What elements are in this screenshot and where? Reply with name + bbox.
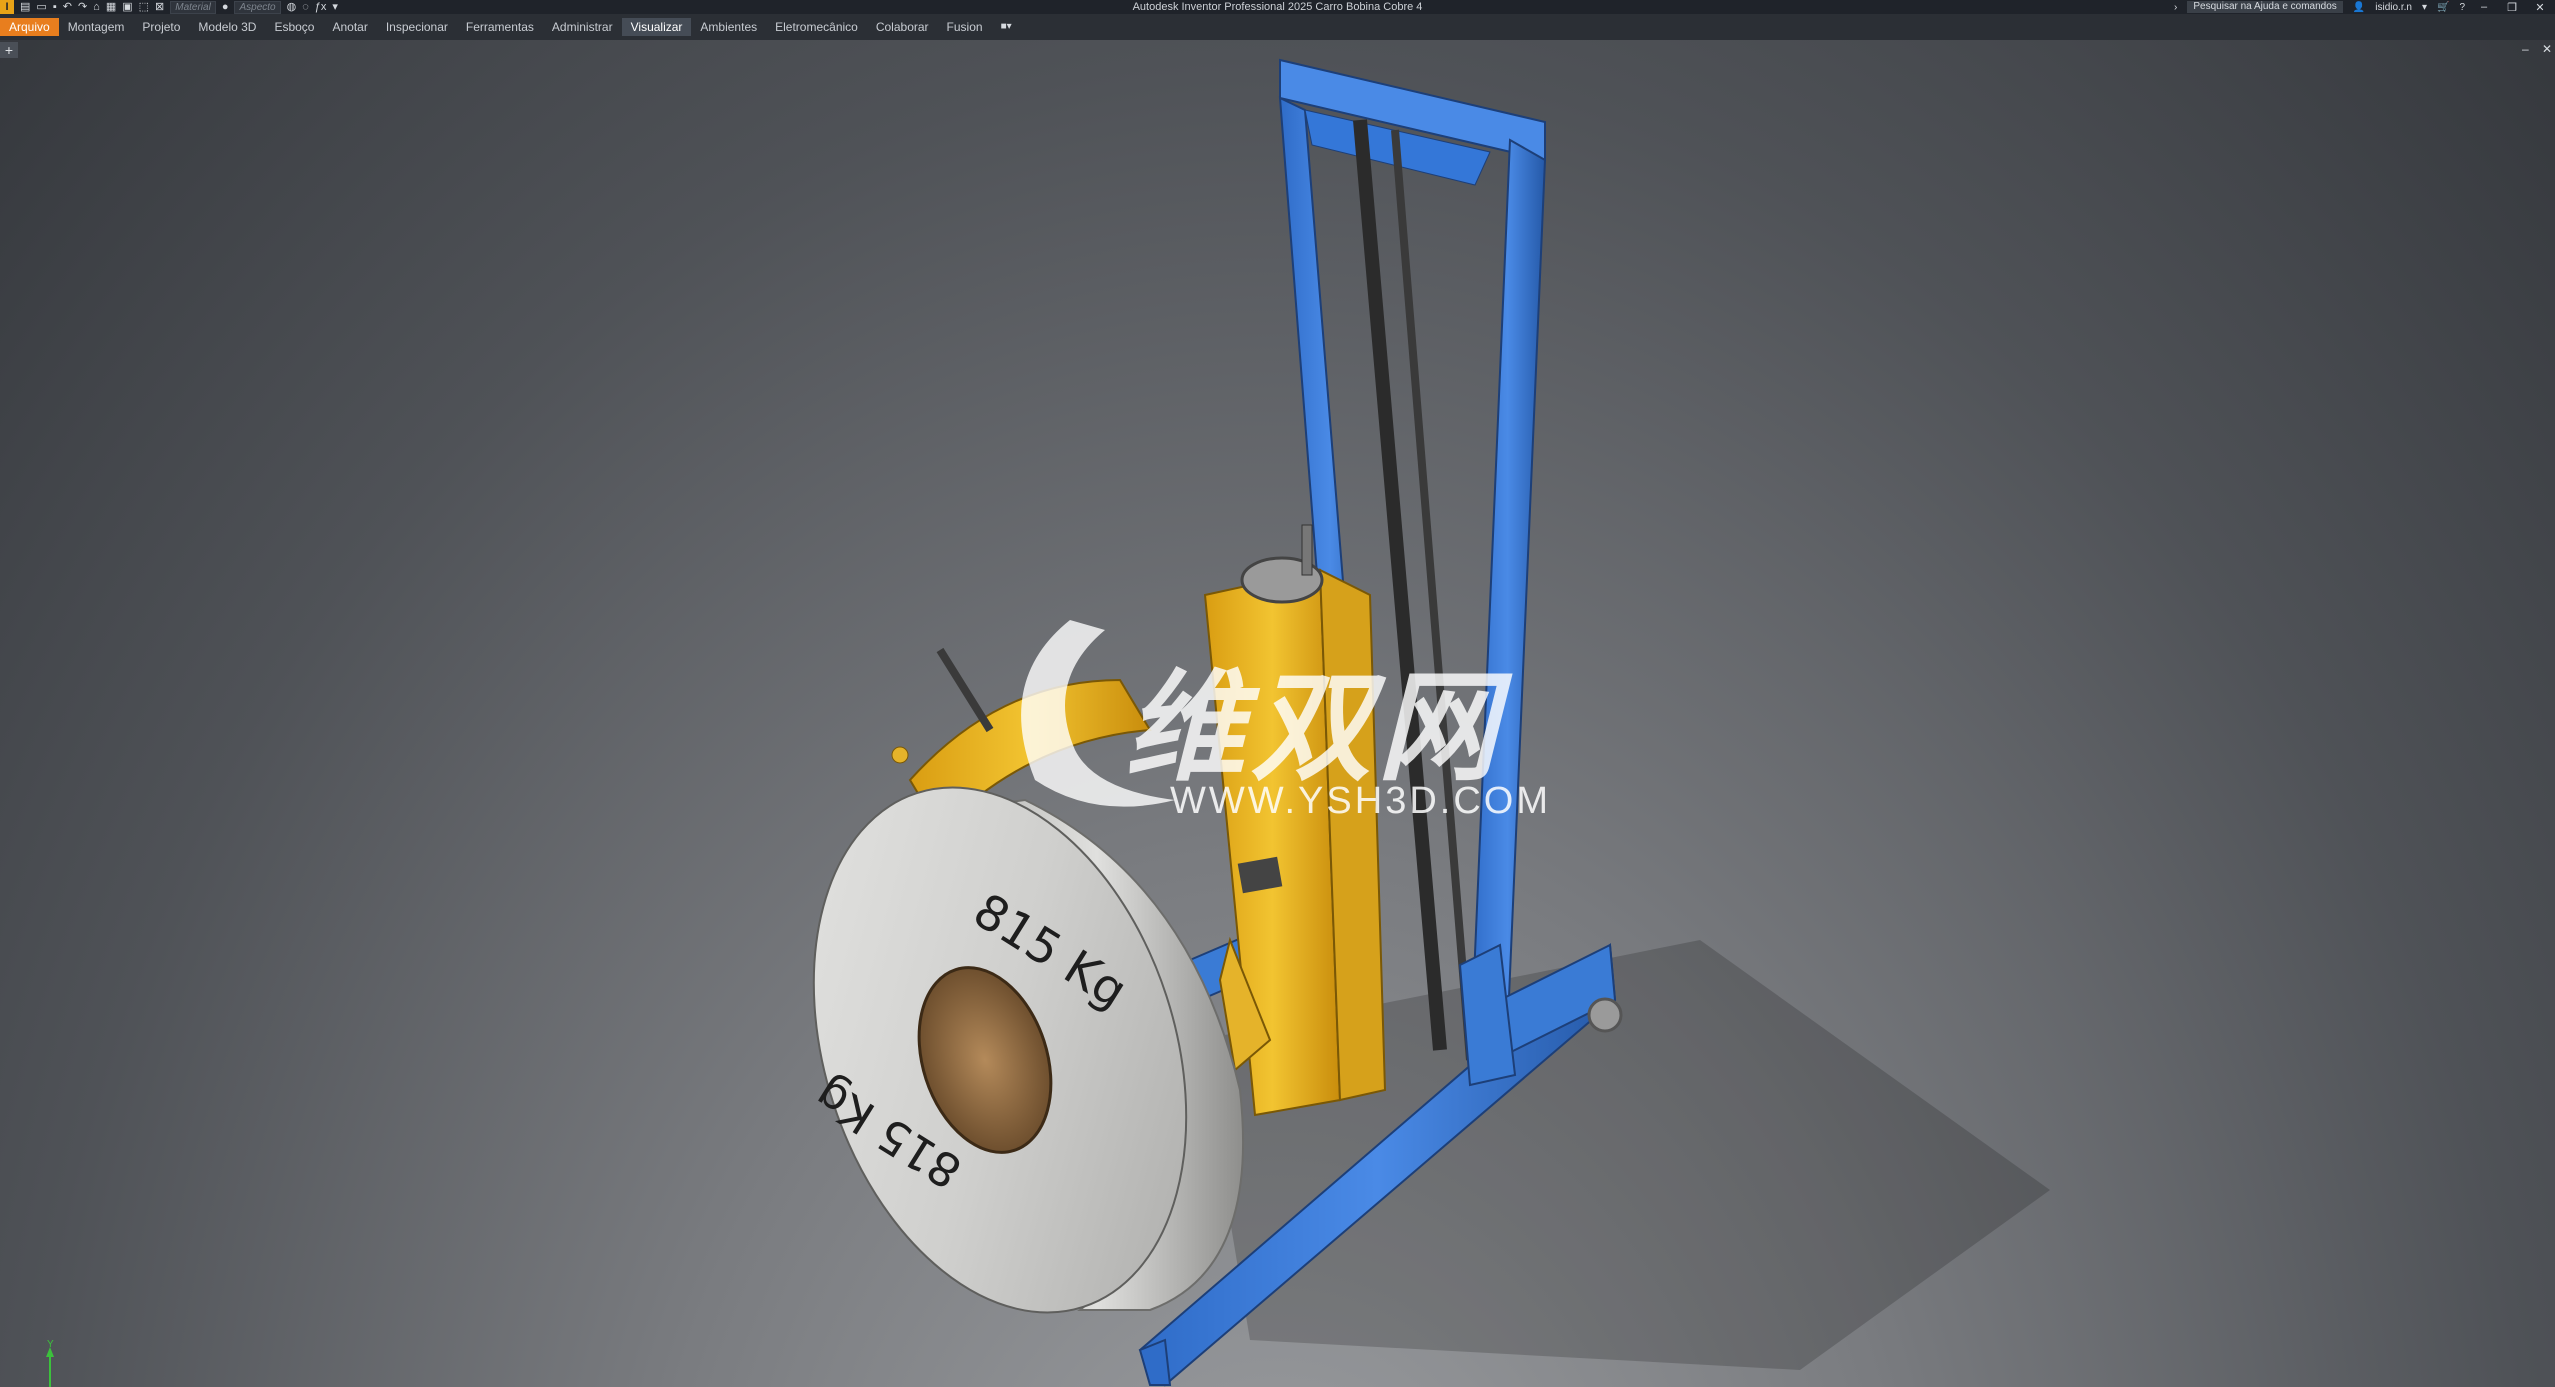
select-icon[interactable]: ⬚ bbox=[139, 0, 149, 14]
tab-administrar[interactable]: Administrar bbox=[543, 18, 622, 36]
ribbon-tabs: Arquivo Montagem Projeto Modelo 3D Esboç… bbox=[0, 14, 2555, 40]
view-triad[interactable]: Y X Z bbox=[10, 1335, 90, 1387]
tab-arquivo[interactable]: Arquivo bbox=[0, 18, 59, 36]
tab-visualizar[interactable]: Visualizar bbox=[621, 18, 692, 36]
clear-override-icon[interactable]: ◌ bbox=[302, 0, 309, 14]
help-icon[interactable]: ? bbox=[2459, 2, 2465, 13]
home-icon[interactable]: ⌂ bbox=[93, 0, 100, 14]
save-icon[interactable]: ▪ bbox=[53, 0, 57, 14]
inventor-logo-icon[interactable]: I bbox=[0, 0, 14, 14]
copper-coil: 815 Kg 815 Kg bbox=[805, 786, 1245, 1314]
minimize-icon[interactable]: – bbox=[2475, 1, 2493, 13]
tab-projeto[interactable]: Projeto bbox=[133, 18, 189, 36]
tab-colaborar[interactable]: Colaborar bbox=[867, 18, 938, 36]
redo-icon[interactable]: ↷ bbox=[78, 0, 87, 14]
tab-inspecionar[interactable]: Inspecionar bbox=[377, 18, 457, 36]
user-icon[interactable]: 👤 bbox=[2353, 2, 2365, 13]
new-file-icon[interactable]: ▤ bbox=[20, 0, 30, 14]
appearance-icon[interactable]: ● bbox=[222, 0, 229, 14]
close-icon[interactable]: ✕ bbox=[2531, 1, 2549, 14]
coil-cart-model[interactable]: 815 Kg 815 Kg bbox=[0, 40, 2555, 1387]
user-dropdown-icon[interactable]: ▾ bbox=[2422, 2, 2427, 13]
qat-more-icon[interactable]: ▾ bbox=[332, 0, 338, 14]
print-icon[interactable]: ▦ bbox=[106, 0, 116, 14]
caster-wheel bbox=[1587, 997, 1623, 1033]
open-file-icon[interactable]: ▭ bbox=[36, 0, 46, 14]
restore-icon[interactable]: ❐ bbox=[2503, 1, 2521, 14]
ribbon-display-toggle-icon[interactable]: ■▾ bbox=[992, 18, 1021, 36]
help-search-input[interactable]: Pesquisar na Ajuda e comandos bbox=[2187, 1, 2343, 13]
appearance-select[interactable]: Aspecto bbox=[234, 0, 281, 14]
triad-y-label: Y bbox=[47, 1339, 54, 1350]
color-override-icon[interactable]: ◍ bbox=[287, 0, 297, 14]
tab-eletromecanico[interactable]: Eletromecânico bbox=[766, 18, 867, 36]
quick-access-toolbar: I ▤ ▭ ▪ ↶ ↷ ⌂ ▦ ▣ ⬚ ⊠ Material ● Aspecto… bbox=[0, 0, 338, 14]
material-select[interactable]: Material bbox=[170, 0, 216, 14]
graphics-viewport[interactable]: + – ✕ 815 Kg 815 Kg 维双网 WWW.YSH3D.COM Y bbox=[0, 40, 2555, 1387]
user-name[interactable]: isidio.r.n bbox=[2375, 2, 2412, 13]
tab-ferramentas[interactable]: Ferramentas bbox=[457, 18, 543, 36]
tab-esboco[interactable]: Esboço bbox=[265, 18, 323, 36]
cart-icon[interactable]: 🛒 bbox=[2437, 2, 2449, 13]
measure-icon[interactable]: ⊠ bbox=[155, 0, 164, 14]
tab-fusion[interactable]: Fusion bbox=[938, 18, 992, 36]
tab-modelo-3d[interactable]: Modelo 3D bbox=[189, 18, 265, 36]
tab-anotar[interactable]: Anotar bbox=[323, 18, 376, 36]
chevron-right-icon[interactable]: › bbox=[2174, 2, 2177, 13]
parameters-icon[interactable]: ƒx bbox=[315, 0, 327, 14]
undo-icon[interactable]: ↶ bbox=[63, 0, 72, 14]
update-icon[interactable]: ▣ bbox=[122, 0, 132, 14]
tab-montagem[interactable]: Montagem bbox=[59, 18, 134, 36]
tab-ambientes[interactable]: Ambientes bbox=[691, 18, 766, 36]
title-bar: I ▤ ▭ ▪ ↶ ↷ ⌂ ▦ ▣ ⬚ ⊠ Material ● Aspecto… bbox=[0, 0, 2555, 14]
window-title: Autodesk Inventor Professional 2025 Carr… bbox=[1132, 1, 1423, 13]
